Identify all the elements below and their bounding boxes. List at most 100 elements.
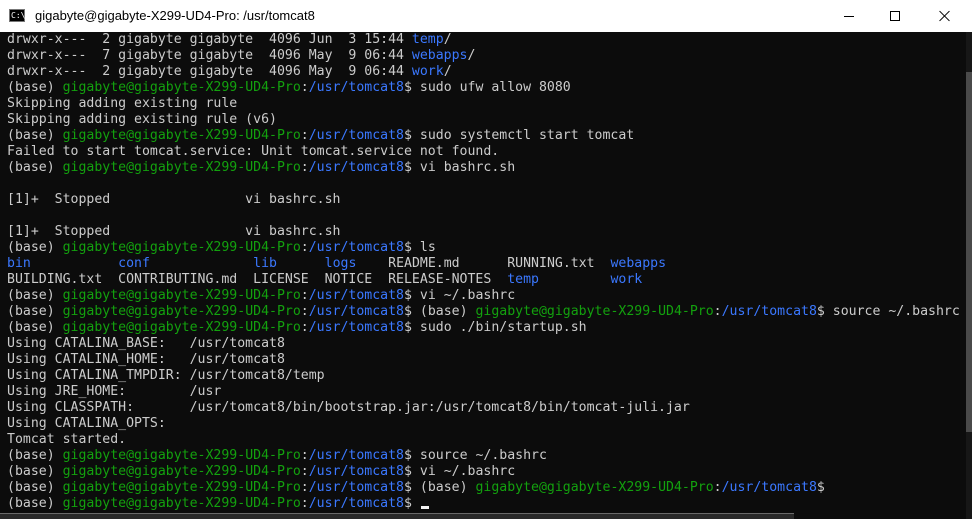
path-text: /usr/tomcat8 xyxy=(308,128,404,143)
vertical-scrollbar[interactable] xyxy=(966,32,972,519)
terminal-text: [1]+ Stopped vi bashrc.sh xyxy=(7,224,341,239)
path-text: /usr/tomcat8 xyxy=(721,304,817,319)
path-text: work xyxy=(610,272,643,287)
terminal-line: (base) gigabyte@gigabyte-X299-UD4-Pro:/u… xyxy=(7,80,966,96)
terminal-text: (base) xyxy=(7,448,63,463)
path-text: /usr/tomcat8 xyxy=(308,80,404,95)
terminal-text: $ source ~/.bashrc xyxy=(404,448,547,463)
terminal-text: $ sudo ./bin/startup.sh xyxy=(404,320,587,335)
terminal-text: Using CLASSPATH: /usr/tomcat8/bin/bootst… xyxy=(7,400,690,415)
minimize-icon xyxy=(844,15,854,17)
path-text: temp xyxy=(411,32,444,47)
prompt-user-host: gigabyte@gigabyte-X299-UD4-Pro xyxy=(62,320,301,335)
terminal-lines: drwxr-x--- 2 gigabyte gigabyte 4096 Jun … xyxy=(7,32,966,512)
terminal-text: $ vi ~/.bashrc xyxy=(404,288,516,303)
terminal-line: (base) gigabyte@gigabyte-X299-UD4-Pro:/u… xyxy=(7,160,966,176)
terminal-text: : xyxy=(713,304,722,319)
prompt-user-host: gigabyte@gigabyte-X299-UD4-Pro xyxy=(62,160,301,175)
console-app-icon: C:\ xyxy=(9,9,26,22)
terminal-line: Failed to start tomcat.service: Unit tom… xyxy=(7,144,966,160)
maximize-icon xyxy=(890,11,900,21)
terminal-window: C:\ gigabyte@gigabyte-X299-UD4-Pro: /usr… xyxy=(0,0,972,519)
prompt-user-host: gigabyte@gigabyte-X299-UD4-Pro xyxy=(62,448,301,463)
path-text: /usr/tomcat8 xyxy=(308,160,404,175)
terminal-line: [1]+ Stopped vi bashrc.sh xyxy=(7,224,966,240)
terminal-line: Using CLASSPATH: /usr/tomcat8/bin/bootst… xyxy=(7,400,966,416)
close-icon xyxy=(939,10,951,22)
terminal-text: : xyxy=(300,240,309,255)
terminal-line: Tomcat started. xyxy=(7,432,966,448)
terminal-line: drwxr-x--- 2 gigabyte gigabyte 4096 May … xyxy=(7,64,966,80)
terminal-line: (base) gigabyte@gigabyte-X299-UD4-Pro:/u… xyxy=(7,480,966,496)
terminal-text: (base) xyxy=(7,128,63,143)
path-text: logs xyxy=(324,256,357,271)
terminal-text: / xyxy=(443,64,452,79)
terminal-line: Skipping adding existing rule (v6) xyxy=(7,112,966,128)
terminal-line: (base) gigabyte@gigabyte-X299-UD4-Pro:/u… xyxy=(7,320,966,336)
terminal-line: Using CATALINA_BASE: /usr/tomcat8 xyxy=(7,336,966,352)
terminal-line: drwxr-x--- 7 gigabyte gigabyte 4096 May … xyxy=(7,48,966,64)
terminal-text: Using CATALINA_BASE: /usr/tomcat8 xyxy=(7,336,285,351)
terminal-text: drwxr-x--- 2 gigabyte gigabyte 4096 May … xyxy=(7,64,412,79)
terminal-line: (base) gigabyte@gigabyte-X299-UD4-Pro:/u… xyxy=(7,464,966,480)
path-text: conf xyxy=(118,256,150,271)
path-text: /usr/tomcat8 xyxy=(308,496,404,511)
prompt-user-host: gigabyte@gigabyte-X299-UD4-Pro xyxy=(62,464,301,479)
terminal-text: Skipping adding existing rule xyxy=(7,96,238,111)
terminal-line: Using JRE_HOME: /usr xyxy=(7,384,966,400)
path-text: work xyxy=(411,64,444,79)
terminal-text: : xyxy=(300,320,309,335)
terminal-text: README.md RUNNING.txt xyxy=(356,256,611,271)
terminal-text: / xyxy=(467,48,476,63)
title-bar[interactable]: C:\ gigabyte@gigabyte-X299-UD4-Pro: /usr… xyxy=(0,0,972,32)
terminal-text: (base) xyxy=(7,160,63,175)
terminal-line: (base) gigabyte@gigabyte-X299-UD4-Pro:/u… xyxy=(7,448,966,464)
path-text: bin xyxy=(7,256,31,271)
terminal-text: Failed to start tomcat.service: Unit tom… xyxy=(7,144,500,159)
terminal-text: drwxr-x--- 7 gigabyte gigabyte 4096 May … xyxy=(7,48,412,63)
terminal-text: $ xyxy=(404,496,420,511)
terminal-text: Tomcat started. xyxy=(7,432,127,447)
terminal-line: (base) gigabyte@gigabyte-X299-UD4-Pro:/u… xyxy=(7,304,966,320)
path-text: webapps xyxy=(411,48,468,63)
prompt-user-host: gigabyte@gigabyte-X299-UD4-Pro xyxy=(475,304,714,319)
text-cursor xyxy=(420,506,429,509)
terminal-text: (base) xyxy=(7,496,63,511)
prompt-user-host: gigabyte@gigabyte-X299-UD4-Pro xyxy=(62,80,301,95)
terminal-text: (base) xyxy=(7,288,63,303)
path-text: /usr/tomcat8 xyxy=(308,320,404,335)
terminal-text: (base) xyxy=(7,320,63,335)
path-text: /usr/tomcat8 xyxy=(721,480,817,495)
terminal-text: : xyxy=(300,128,309,143)
minimize-button[interactable] xyxy=(826,0,872,32)
maximize-button[interactable] xyxy=(872,0,918,32)
terminal-text: Using CATALINA_HOME: /usr/tomcat8 xyxy=(7,352,285,367)
path-text: lib xyxy=(253,256,277,271)
terminal-text: $ xyxy=(816,480,825,495)
terminal-line: [1]+ Stopped vi bashrc.sh xyxy=(7,192,966,208)
path-text: webapps xyxy=(610,256,667,271)
terminal-text: $ vi bashrc.sh xyxy=(404,160,516,175)
terminal-line: bin conf lib logs README.md RUNNING.txt … xyxy=(7,256,966,272)
prompt-user-host: gigabyte@gigabyte-X299-UD4-Pro xyxy=(62,288,301,303)
terminal-output[interactable]: drwxr-x--- 2 gigabyte gigabyte 4096 Jun … xyxy=(0,32,966,519)
terminal-text: : xyxy=(300,480,309,495)
prompt-user-host: gigabyte@gigabyte-X299-UD4-Pro xyxy=(62,304,301,319)
terminal-text: $ sudo ufw allow 8080 xyxy=(404,80,571,95)
terminal-line: BUILDING.txt CONTRIBUTING.md LICENSE NOT… xyxy=(7,272,966,288)
path-text: /usr/tomcat8 xyxy=(308,464,404,479)
terminal-text: BUILDING.txt CONTRIBUTING.md LICENSE NOT… xyxy=(7,272,508,287)
terminal-line: Using CATALINA_HOME: /usr/tomcat8 xyxy=(7,352,966,368)
terminal-text: (base) xyxy=(7,240,63,255)
terminal-line: Using CATALINA_OPTS: xyxy=(7,416,966,432)
terminal-text: : xyxy=(300,304,309,319)
scrollbar-thumb[interactable] xyxy=(966,72,972,432)
terminal-text: $ (base) xyxy=(404,480,476,495)
terminal-text: : xyxy=(300,160,309,175)
terminal-line: (base) gigabyte@gigabyte-X299-UD4-Pro:/u… xyxy=(7,496,966,512)
prompt-user-host: gigabyte@gigabyte-X299-UD4-Pro xyxy=(475,480,714,495)
close-button[interactable] xyxy=(918,0,972,32)
window-title: gigabyte@gigabyte-X299-UD4-Pro: /usr/tom… xyxy=(35,8,315,23)
